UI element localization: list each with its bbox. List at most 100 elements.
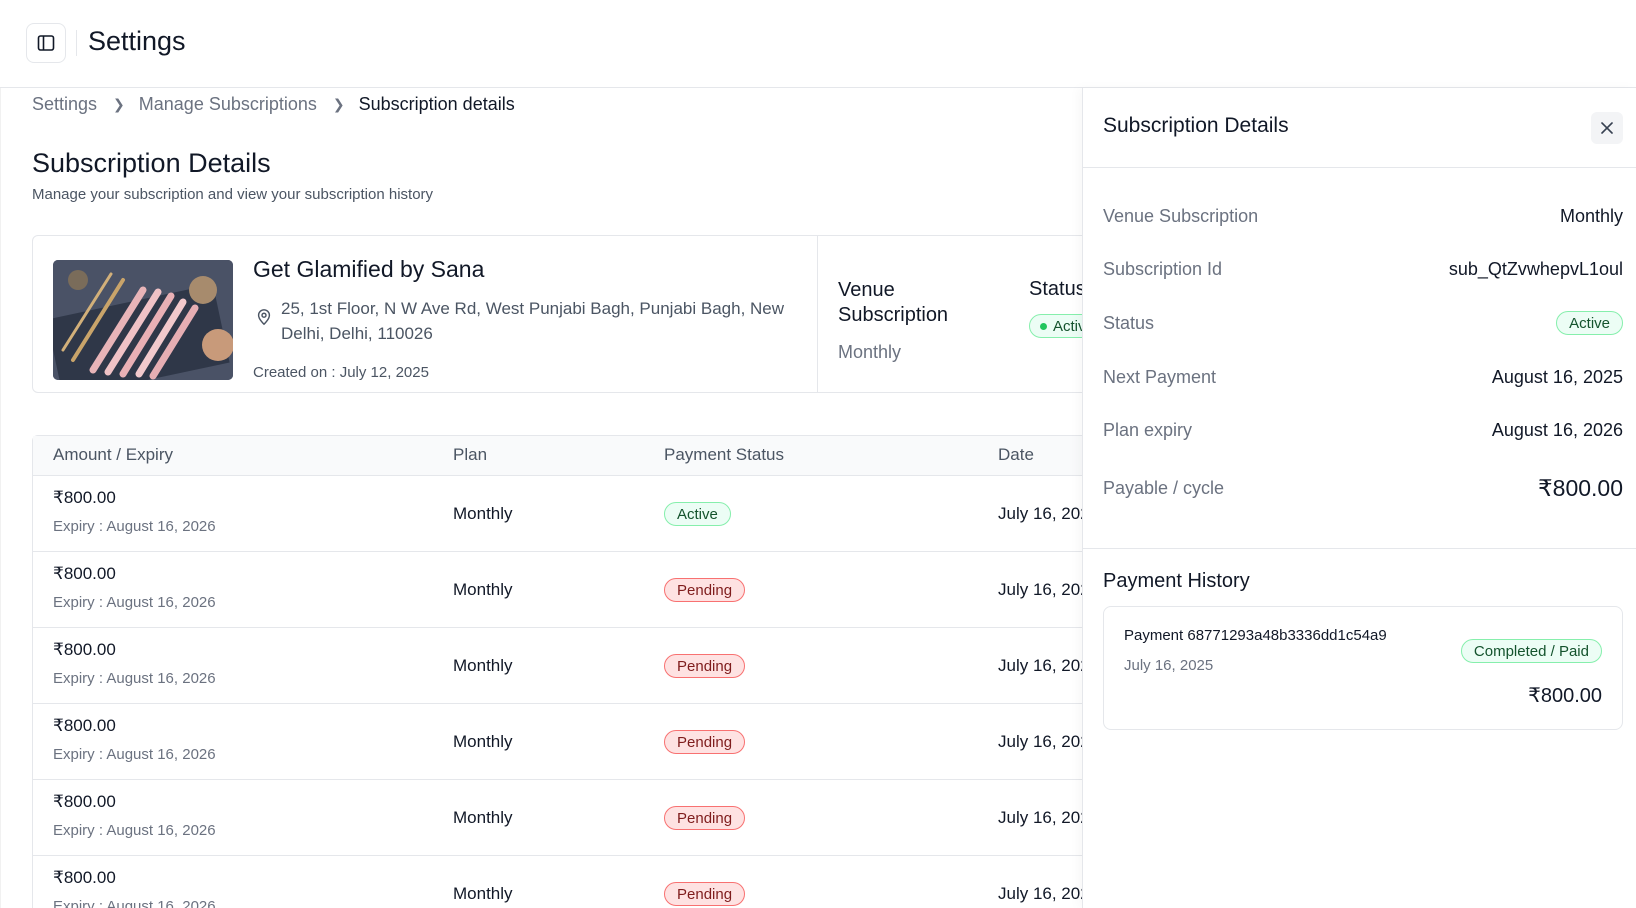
detail-row-next-payment: Next Payment August 16, 2025 [1103,362,1623,392]
venue-address-row: 25, 1st Floor, N W Ave Rd, West Punjabi … [255,296,815,346]
detail-row-status: Status Active [1103,308,1623,338]
panel-divider [1083,548,1636,549]
detail-value: sub_QtZvwhepvL1oul [1448,258,1623,279]
row-expiry: Expiry : August 16, 2026 [53,670,216,687]
sidebar-toggle-button[interactable] [26,23,66,63]
venue-status-badge: Active [1029,314,1082,338]
chevron-right-icon: ❯ [332,96,345,112]
table-header: Amount / Expiry Plan Payment Status Date [33,436,1082,476]
detail-row-plan-expiry: Plan expiry August 16, 2026 [1103,415,1623,445]
column-header-plan: Plan [453,445,488,464]
subscription-details-panel: Subscription Details Venue Subscription … [1082,88,1636,908]
row-amount: ₹800.00 [53,488,116,507]
detail-row-venue-subscription: Venue Subscription Monthly [1103,201,1623,231]
detail-label: Plan expiry [1103,419,1193,440]
row-status-badge: Pending [664,730,746,754]
sidebar-toggle-icon [37,35,55,51]
row-status-badge: Pending [664,882,746,906]
row-status-badge: Active [664,502,731,526]
row-status-badge: Pending [664,578,746,602]
detail-row-subscription-id: Subscription Id sub_QtZvwhepvL1oul [1103,254,1623,284]
row-plan: Monthly [453,656,513,675]
venue-address: 25, 1st Floor, N W Ave Rd, West Punjabi … [281,299,785,343]
row-expiry: Expiry : August 16, 2026 [53,518,216,535]
row-expiry: Expiry : August 16, 2026 [53,898,216,908]
status-badge: Pending [664,806,746,830]
detail-value: August 16, 2025 [1491,366,1623,387]
column-header-date: Date [998,445,1034,464]
top-bar: Settings [0,0,1636,88]
row-plan: Monthly [453,884,513,903]
row-expiry: Expiry : August 16, 2026 [53,594,216,611]
payment-date: July 16, 2025 [1124,657,1214,674]
panel-header: Subscription Details [1083,88,1636,168]
row-amount: ₹800.00 [53,792,116,811]
status-badge: Pending [664,730,746,754]
table-row[interactable]: ₹800.00 Expiry : August 16, 2026 Monthly… [33,476,1082,552]
detail-label: Status [1103,312,1155,333]
status-badge: Active [664,502,731,526]
status-badge: Pending [664,578,746,602]
payment-status-container: Completed / Paid [1460,639,1602,663]
row-plan: Monthly [453,808,513,827]
breadcrumb: Settings ❯ Manage Subscriptions ❯ Subscr… [32,94,515,115]
detail-value: Monthly [1559,205,1623,226]
table-row[interactable]: ₹800.00 Expiry : August 16, 2026 Monthly… [33,780,1082,856]
row-plan: Monthly [453,580,513,599]
row-amount: ₹800.00 [53,564,116,583]
payment-history-card[interactable]: Payment 68771293a48b3336dd1c54a9 July 16… [1103,606,1623,730]
detail-label: Next Payment [1103,366,1217,387]
detail-label: Payable / cycle [1103,477,1225,498]
breadcrumb-manage-subscriptions-link[interactable]: Manage Subscriptions [139,94,317,115]
row-date: July 16, 2025 [998,732,1082,751]
status-badge: Pending [664,654,746,678]
detail-value: August 16, 2026 [1491,419,1623,440]
status-badge: Pending [664,882,746,906]
table-row[interactable]: ₹800.00 Expiry : August 16, 2026 Monthly… [33,856,1082,908]
topbar-divider [76,30,77,56]
venue-status-label: Status [1029,278,1082,300]
venue-created-date: Created on : July 12, 2025 [253,364,429,381]
row-expiry: Expiry : August 16, 2026 [53,746,216,763]
subscription-history-table: Amount / Expiry Plan Payment Status Date… [32,435,1082,908]
row-date: July 16, 2025 [998,580,1082,599]
payment-id: Payment 68771293a48b3336dd1c54a9 [1124,627,1387,644]
breadcrumb-settings-link[interactable]: Settings [32,94,97,115]
table-row[interactable]: ₹800.00 Expiry : August 16, 2026 Monthly… [33,552,1082,628]
row-status-badge: Pending [664,806,746,830]
venue-image [53,260,233,380]
status-badge: Active [1556,311,1623,335]
venue-card: Get Glamified by Sana 25, 1st Floor, N W… [32,235,1082,393]
card-divider [817,236,818,392]
column-header-payment-status: Payment Status [664,445,785,464]
row-plan: Monthly [453,732,513,751]
table-row[interactable]: ₹800.00 Expiry : August 16, 2026 Monthly… [33,628,1082,704]
chevron-right-icon: ❯ [113,96,125,112]
detail-value: ₹800.00 [1538,474,1623,501]
breadcrumb-current: Subscription details [358,94,515,114]
location-pin-icon [257,309,271,326]
row-status-badge: Pending [664,654,746,678]
row-amount: ₹800.00 [53,716,116,735]
row-amount: ₹800.00 [53,640,116,659]
close-panel-button[interactable] [1591,112,1623,144]
table-row[interactable]: ₹800.00 Expiry : August 16, 2026 Monthly… [33,704,1082,780]
status-badge: Completed / Paid [1460,639,1602,663]
row-plan: Monthly [453,504,513,523]
page-subtitle: Manage your subscription and view your s… [32,186,434,203]
row-expiry: Expiry : August 16, 2026 [53,822,216,839]
row-date: July 16, 2025 [998,504,1082,523]
row-date: July 16, 2025 [998,884,1082,903]
detail-label: Subscription Id [1103,258,1223,279]
venue-subscription-label: Venue Subscription [838,279,949,326]
venue-subscription-value: Monthly [838,342,902,362]
main-content: Settings ❯ Manage Subscriptions ❯ Subscr… [0,88,1082,908]
payment-history-title: Payment History [1103,570,1250,592]
column-header-amount: Amount / Expiry [53,445,173,464]
row-amount: ₹800.00 [53,868,116,887]
close-icon [1601,122,1613,134]
row-date: July 16, 2025 [998,656,1082,675]
venue-name: Get Glamified by Sana [253,256,485,282]
panel-title: Subscription Details [1103,114,1289,137]
payment-amount: ₹800.00 [1528,685,1602,707]
